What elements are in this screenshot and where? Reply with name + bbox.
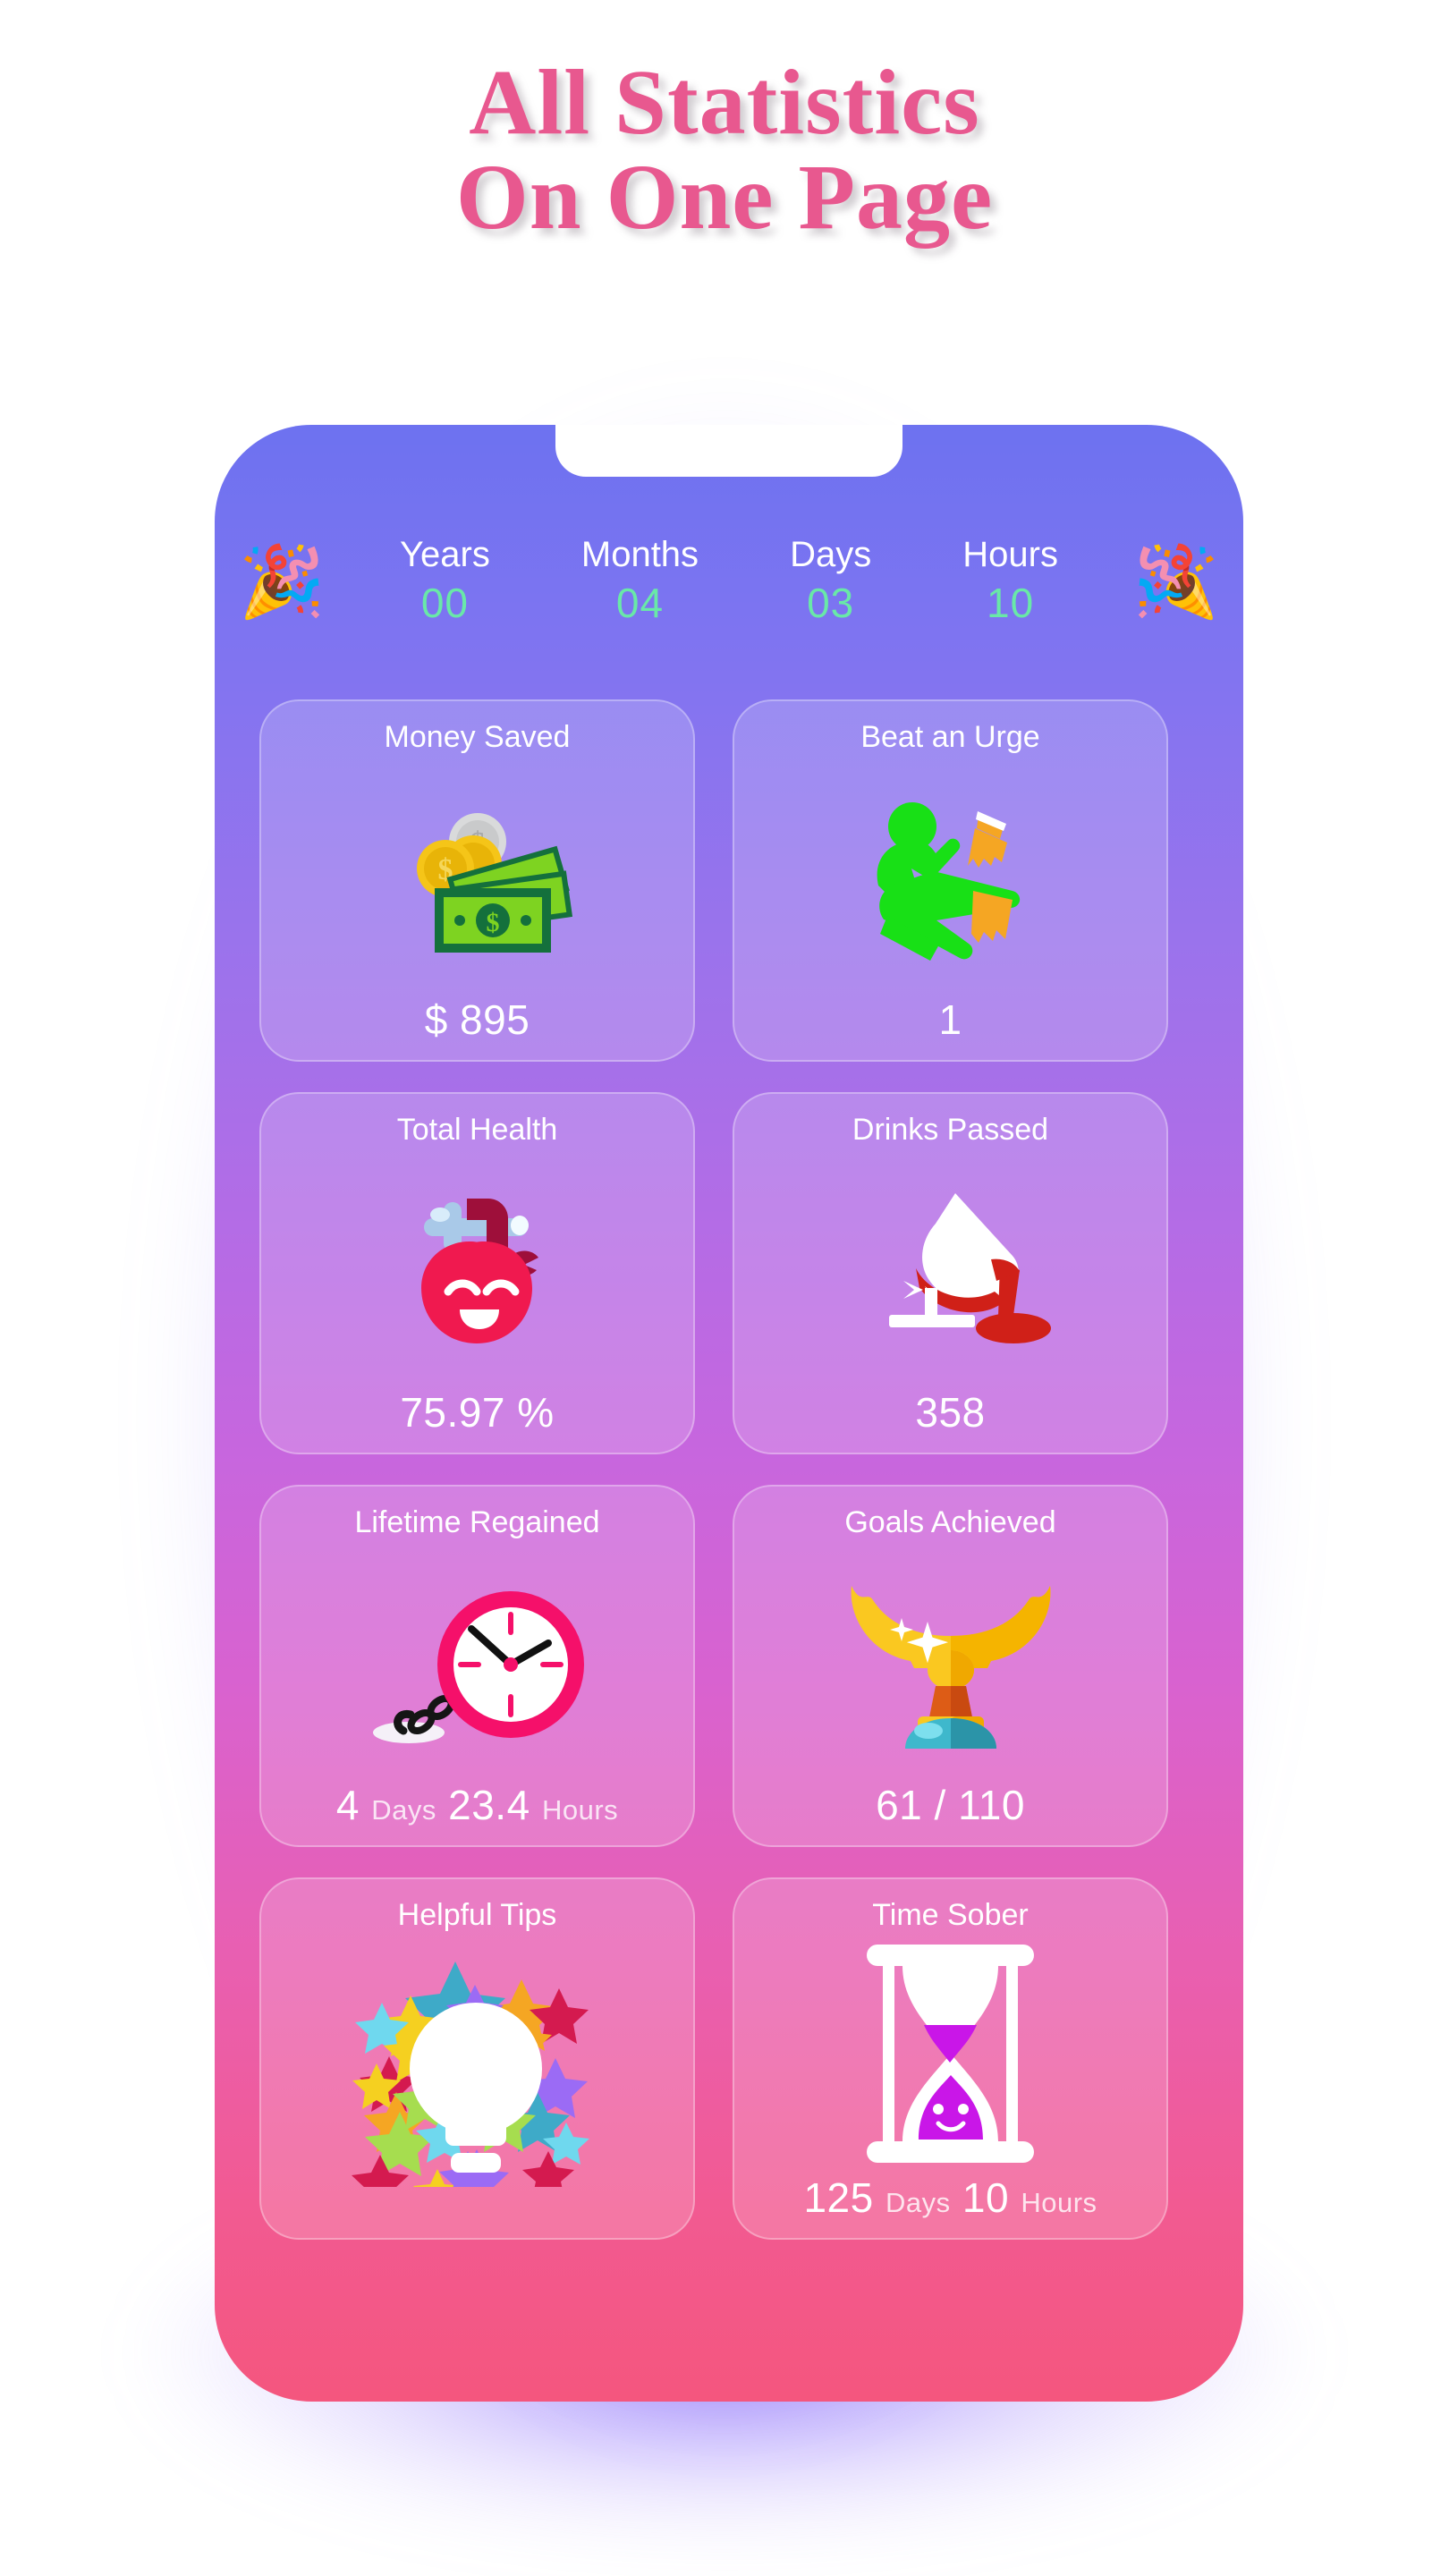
card-title: Drinks Passed [852,1113,1049,1147]
counter-value-days: 03 [807,580,855,627]
card-value-unit-2: Hours [1021,2187,1097,2218]
counter-label-years: Years [400,535,490,575]
counter-units: Years 00 Months 04 Days 03 Hours 10 [349,532,1109,631]
stat-card-time-sober[interactable]: Time Sober 125 Days 10 Hours [733,1877,1168,2240]
card-value-unit-1: Days [371,1794,436,1826]
card-value-number-2: 23.4 [448,1782,530,1828]
counter-unit-years: Years 00 [400,532,490,631]
stat-card-lifetime-regained[interactable]: Lifetime Regained 4 Days 23.4 Hours [259,1485,695,1847]
card-value-number-1: 125 [803,2174,874,2221]
card-value: $ 895 [424,996,530,1043]
card-value: 1 [938,996,962,1043]
card-value: 61 / 110 [876,1782,1025,1828]
gold-trophy-icon [734,1541,1166,1784]
counter-unit-days: Days 03 [790,532,871,631]
card-value-unit-2: Hours [541,1794,619,1826]
card-value: 125 Days 10 Hours [803,2177,1097,2238]
card-title: Total Health [396,1113,558,1147]
stat-card-total-health[interactable]: Total Health 75.97 % [259,1092,695,1454]
money-banknotes-icon: $ $ $ [261,756,693,999]
card-title: Time Sober [872,1898,1029,1932]
page-title: All Statistics On One Page [0,55,1449,245]
karate-kick-icon [734,756,1166,999]
hourglass-icon [734,1934,1166,2177]
page-title-line-2: On One Page [455,146,994,250]
stats-card-grid: Money Saved $ $ $ $ 895 [259,699,1199,2240]
counter-label-hours: Hours [962,535,1058,575]
stat-card-goals-achieved[interactable]: Goals Achieved 61 / 110 [733,1485,1168,1847]
phone-notch [555,425,902,477]
card-title: Beat an Urge [860,720,1040,754]
card-value: 4 Days 23.4 Hours [336,1784,618,1845]
spilled-wine-glass-icon [734,1148,1166,1392]
card-title: Lifetime Regained [354,1505,600,1539]
counter-value-years: 00 [420,580,470,627]
page-title-line-1: All Statistics [469,51,980,154]
card-value: 358 [915,1389,986,1436]
svg-text:$: $ [487,908,500,937]
party-popper-icon: 🎉 [1132,542,1220,621]
card-title: Money Saved [384,720,571,754]
lightbulb-stars-icon [261,1934,693,2238]
counter-unit-months: Months 04 [581,532,699,631]
sober-counter-row: 🎉 Years 00 Months 04 Days 03 Hours 10 🎉 [215,523,1243,640]
smiling-heart-apple-icon [261,1148,693,1392]
card-value: 75.97 % [400,1389,555,1436]
stat-card-money-saved[interactable]: Money Saved $ $ $ $ 895 [259,699,695,1062]
card-value-unit-1: Days [885,2187,951,2218]
counter-value-hours: 10 [987,580,1035,627]
stat-card-helpful-tips[interactable]: Helpful Tips [259,1877,695,2240]
card-title: Helpful Tips [397,1898,557,1932]
counter-value-months: 04 [615,580,665,627]
stat-card-beat-an-urge[interactable]: Beat an Urge 1 [733,699,1168,1062]
counter-unit-hours: Hours 10 [962,532,1058,631]
card-value-number-2: 10 [962,2174,1010,2221]
stat-card-drinks-passed[interactable]: Drinks Passed 358 [733,1092,1168,1454]
card-title: Goals Achieved [844,1505,1056,1539]
phone-mockup: 🎉 Years 00 Months 04 Days 03 Hours 10 🎉 [215,425,1243,2402]
card-value-number-1: 4 [335,1782,360,1828]
clock-ball-chain-icon [261,1541,693,1784]
counter-label-months: Months [580,535,699,575]
counter-label-days: Days [790,535,872,575]
party-popper-icon: 🎉 [238,542,326,621]
